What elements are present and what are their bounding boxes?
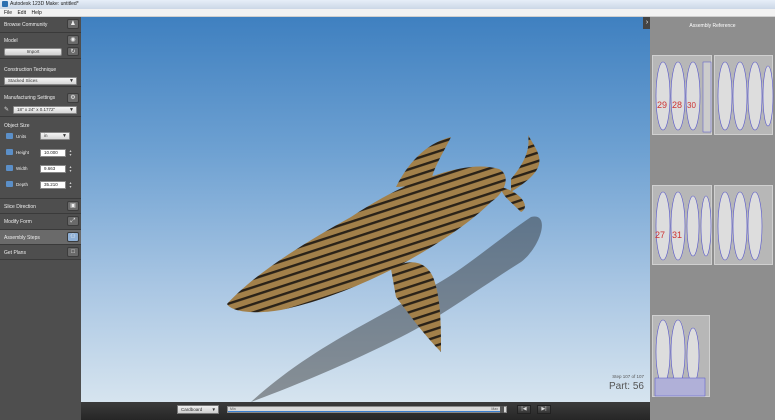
manufacturing-settings-value: 18" x 24" x 0.1772" [17,107,56,112]
construction-technique-value: Stacked Slices [8,78,38,83]
chevron-down-icon: ▼ [62,133,67,139]
sheet-parts: 29 28 30 [655,61,712,133]
manufacturing-settings-label: Manufacturing Settings [4,95,56,101]
menu-edit[interactable]: Edit [13,9,26,16]
menu-bar: File Edit Help [0,9,775,17]
3d-viewport[interactable]: Step 107 of 107 Part: 56 [81,17,650,402]
refresh-icon[interactable]: ↻ [67,47,79,56]
sheet-number: 30 [687,101,696,110]
height-stepper[interactable]: ▲ ▼ [68,149,73,157]
chevron-down-icon: ▼ [69,78,74,84]
depth-label: Depth [16,182,29,187]
assembly-steps-label: Assembly Steps [4,235,40,241]
viewport-scene [227,135,542,402]
browse-community-label: Browse Community [4,22,48,28]
shark-tail [511,135,540,192]
sheet-parts [717,61,774,131]
sheet-number: 28 [672,100,682,110]
assembly-steps-icon[interactable]: ⚇ [67,232,79,242]
app-icon [2,1,8,7]
units-icon [6,133,13,139]
assembly-reference-title: Assembly Reference [689,23,736,29]
units-label: Units [16,134,27,139]
get-plans-label: Get Plans [4,250,26,256]
step-counter: Step 107 of 107 [612,374,644,379]
object-size-section: Object Size Units in ▼ Height 10.000 ▲ ▼ … [0,117,81,199]
width-stepper[interactable]: ▲ ▼ [68,165,73,173]
slider-fill [228,411,502,412]
get-plans-row[interactable]: Get Plans □ [0,245,81,260]
model-label: Model [4,38,18,44]
model-section: Model ◉ Import ↻ [0,33,81,59]
title-bar: Autodesk 123D Make: untitled* [0,0,775,9]
window-title: Autodesk 123D Make: untitled* [10,1,79,7]
reference-sheet[interactable] [652,315,710,397]
bottom-toolbar: Cardboard ▼ Min Max |◀ ▶| [81,402,650,420]
sheet-number: 31 [672,230,682,240]
reference-sheet[interactable]: 29 28 30 [652,55,712,135]
material-value: Cardboard [181,407,203,412]
assembly-reference-panel: Assembly Reference 29 28 30 27 31 [650,17,775,420]
construction-technique-section: Construction Technique Stacked Slices ▼ [0,59,81,87]
depth-field[interactable]: 35.210 [40,181,66,189]
manufacturing-settings-select[interactable]: 18" x 24" x 0.1772" ▼ [13,106,77,114]
units-select[interactable]: in ▼ [40,132,70,140]
material-select[interactable]: Cardboard ▼ [177,405,219,414]
slider-thumb[interactable] [500,406,504,413]
previous-step-button[interactable]: |◀ [517,405,531,414]
menu-file[interactable]: File [0,9,12,16]
depth-stepper[interactable]: ▲ ▼ [68,181,73,189]
left-panel: Browse Community ♟ Model ◉ Import ↻ Cons… [0,17,81,420]
height-icon [6,149,13,155]
modify-form-label: Modify Form [4,219,32,225]
browse-community-row[interactable]: Browse Community ♟ [0,17,81,33]
width-icon [6,165,13,171]
sheet-number: 29 [657,100,667,110]
document-icon[interactable]: □ [67,247,79,257]
width-field[interactable]: 9.663 [40,165,66,173]
sheet-parts: 27 31 [655,191,712,261]
next-step-button[interactable]: ▶| [537,405,551,414]
part-number: Part: 56 [608,381,644,392]
reference-sheet[interactable] [714,55,774,135]
assembly-steps-row[interactable]: Assembly Steps ⚇ [0,230,81,245]
eye-icon[interactable]: ◉ [67,35,79,45]
sheet-parts [654,319,706,397]
reference-sheet[interactable] [714,185,773,265]
slice-direction-label: Slice Direction [4,204,36,210]
object-size-label: Object Size [4,123,30,129]
modify-form-row[interactable]: Modify Form ⤢ [0,214,81,230]
sheet-number: 27 [655,230,665,240]
manufacturing-settings-section: Manufacturing Settings ⚙ ✎ 18" x 24" x 0… [0,87,81,117]
sheet-parts [717,191,763,261]
depth-icon [6,181,13,187]
step-slider[interactable]: Min Max [227,406,507,413]
modify-icon[interactable]: ⤢ [67,216,79,226]
height-label: Height [16,150,30,155]
slice-direction-row[interactable]: Slice Direction ▣ [0,199,81,214]
menu-help[interactable]: Help [27,9,41,16]
height-field[interactable]: 10.000 [40,149,66,157]
width-label: Width [16,166,28,171]
camera-icon[interactable]: ▣ [67,201,79,211]
pencil-icon[interactable]: ✎ [4,106,9,113]
chevron-down-icon: ▼ [211,407,216,412]
construction-technique-select[interactable]: Stacked Slices ▼ [4,77,77,85]
gear-icon[interactable]: ⚙ [67,93,79,103]
construction-technique-label: Construction Technique [4,67,57,73]
people-icon[interactable]: ♟ [67,19,79,29]
chevron-down-icon: ▼ [69,107,74,113]
units-value: in [44,133,48,138]
import-button[interactable]: Import [4,48,62,56]
reference-sheet[interactable]: 27 31 [652,185,712,265]
